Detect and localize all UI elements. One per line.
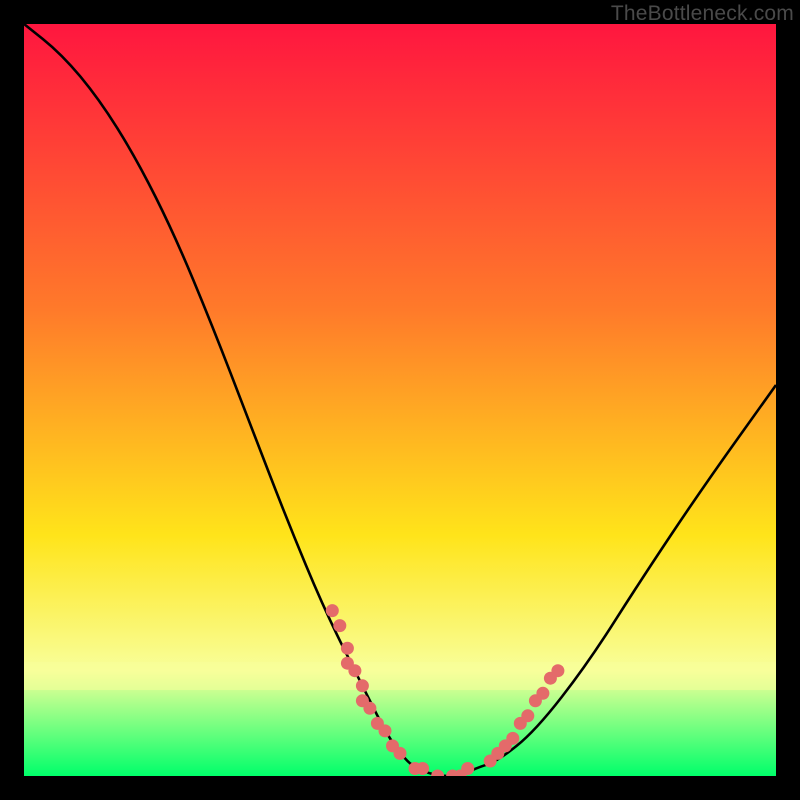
data-dot (379, 724, 392, 737)
data-dot (416, 762, 429, 775)
data-dot (363, 702, 376, 715)
data-dot (461, 762, 474, 775)
watermark-text: TheBottleneck.com (611, 2, 794, 26)
data-dot (521, 709, 534, 722)
pale-band (24, 662, 776, 690)
data-dot (394, 747, 407, 760)
data-dot (341, 642, 354, 655)
data-dot (506, 732, 519, 745)
data-dot (356, 679, 369, 692)
data-dot (348, 664, 361, 677)
data-dot (326, 604, 339, 617)
bottleneck-chart (24, 24, 776, 776)
data-dot (333, 619, 346, 632)
data-dot (536, 687, 549, 700)
data-dot (551, 664, 564, 677)
chart-frame (24, 24, 776, 776)
